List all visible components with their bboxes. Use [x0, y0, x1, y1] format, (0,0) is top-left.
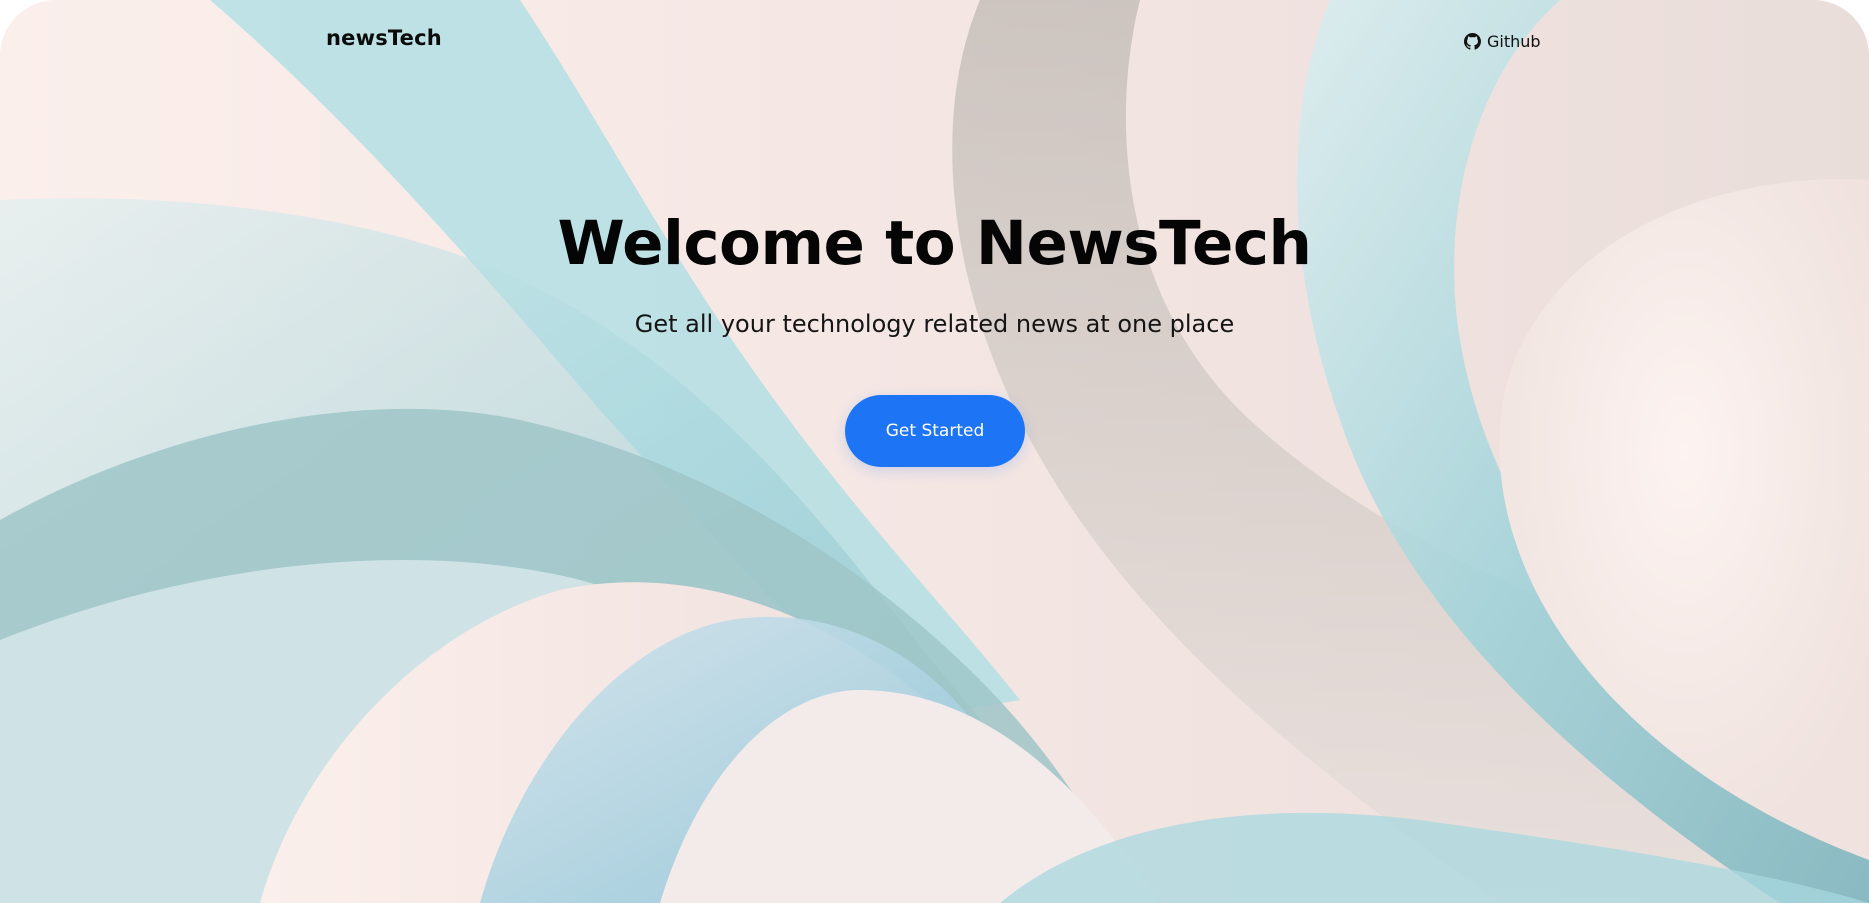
github-link-label: Github [1487, 31, 1541, 51]
hero-title: Welcome to NewsTech [557, 208, 1312, 279]
landing-page: newsTech Github Welcome to NewsTech Get … [0, 0, 1869, 903]
hero-subtitle: Get all your technology related news at … [634, 310, 1235, 338]
get-started-button[interactable]: Get Started [845, 395, 1025, 467]
github-icon [1464, 33, 1481, 50]
top-navbar: newsTech Github [0, 0, 1869, 90]
brand-logo-link[interactable]: newsTech [326, 28, 442, 49]
github-link[interactable]: Github [1464, 33, 1541, 50]
